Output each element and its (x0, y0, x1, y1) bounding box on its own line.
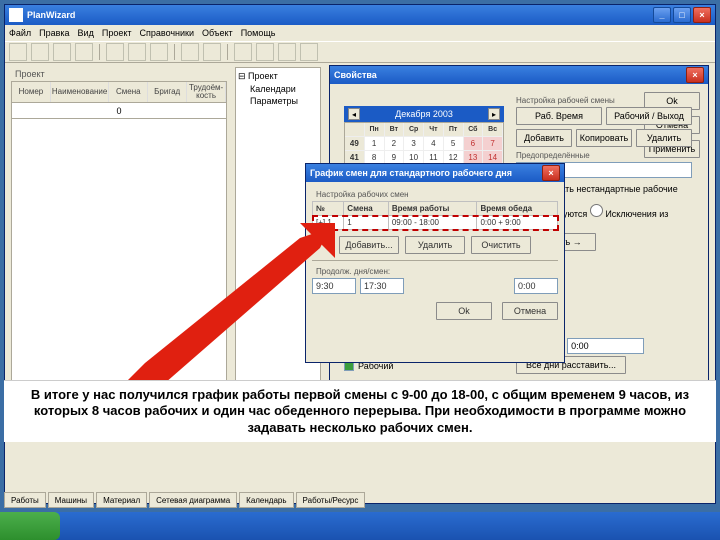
th-num: № (313, 202, 344, 216)
tb-new[interactable] (9, 43, 27, 61)
dlg2-btnrow: Добавить... Удалить Очистить (312, 236, 558, 254)
dur-field[interactable]: 0:00 (567, 338, 644, 354)
tab-works[interactable]: Работы (4, 492, 46, 508)
tb-sort[interactable] (300, 43, 318, 61)
tb-print[interactable] (75, 43, 93, 61)
menu-help[interactable]: Помощь (241, 28, 276, 38)
col-num: Номер (12, 82, 51, 102)
work-break-btn[interactable]: Рабочий / Выход (606, 107, 692, 125)
tb-paste[interactable] (150, 43, 168, 61)
col-labor: Трудоём-кость (187, 82, 226, 102)
calendar-header: ◂ Декабря 2003 ▸ (344, 106, 504, 122)
left-grid-body[interactable] (11, 119, 227, 419)
cell-num: [+] 1 (313, 216, 344, 230)
shift-row-1[interactable]: [+] 1 1 09:00 - 18:00 0:00 + 9:00 (313, 216, 558, 230)
dlg2-title: График смен для стандартного рабочего дн… (310, 168, 512, 178)
dlg2-del[interactable]: Удалить (405, 236, 465, 254)
shift-table[interactable]: № Смена Время работы Время обеда [+] 1 1… (312, 201, 558, 230)
tab-material[interactable]: Материал (96, 492, 147, 508)
dlg2-cancel[interactable]: Отмена (502, 302, 558, 320)
tb-cut[interactable] (106, 43, 124, 61)
break-dur[interactable]: 0:00 (514, 278, 558, 294)
left-group-label: Проект (15, 69, 227, 79)
menu-edit[interactable]: Правка (39, 28, 69, 38)
close-button[interactable]: × (693, 7, 711, 23)
tree-calendars[interactable]: Календари (250, 83, 318, 96)
tb-redo[interactable] (203, 43, 221, 61)
break-group: Продолж. дня/смен: 9:30 17:30 0:00 (312, 260, 558, 294)
left-panel: Проект Номер Наименование Смена Бригад Т… (11, 67, 227, 427)
tb-filter[interactable] (278, 43, 296, 61)
cal-next[interactable]: ▸ (488, 108, 500, 120)
cal-month: Декабря 2003 (395, 109, 453, 119)
left-grid-header: Номер Наименование Смена Бригад Трудоём-… (11, 81, 227, 103)
col-name: Наименование (51, 82, 109, 102)
tab-calendar[interactable]: Календарь (239, 492, 293, 508)
dlg2-add[interactable]: Добавить... (339, 236, 399, 254)
cal-prev[interactable]: ◂ (348, 108, 360, 120)
settings-label: Настройка рабочей смены (516, 96, 692, 105)
left-center-value: 0 (116, 106, 121, 116)
app-title: PlanWizard (27, 10, 75, 20)
caption-text: В итоге у нас получился график работы пе… (4, 380, 716, 442)
bottom-tabs: Работы Машины Материал Сетевая диаграмма… (4, 492, 365, 508)
dlg2-clear[interactable]: Очистить (471, 236, 531, 254)
tb-props[interactable] (234, 43, 252, 61)
left-grid-totalrow: 0 (11, 103, 227, 119)
cell-name: 1 (344, 216, 389, 230)
app-icon (9, 8, 23, 22)
tb-calendar[interactable] (256, 43, 274, 61)
dlg2-titlebar: График смен для стандартного рабочего дн… (306, 164, 564, 182)
calendar: ◂ Декабря 2003 ▸ ПнВтСрЧтПтСбВс 49 12345… (344, 106, 504, 166)
dlg1-close[interactable]: × (686, 67, 704, 83)
menu-refs[interactable]: Справочники (140, 28, 195, 38)
th-name: Смена (344, 202, 389, 216)
tb-open[interactable] (31, 43, 49, 61)
shift-dialog: График смен для стандартного рабочего дн… (305, 163, 565, 363)
btn-del[interactable]: Удалить (636, 129, 692, 147)
menu-project[interactable]: Проект (102, 28, 132, 38)
th-work: Время работы (388, 202, 477, 216)
start-button[interactable] (0, 512, 60, 540)
col-shift: Смена (109, 82, 148, 102)
main-titlebar: PlanWizard _ □ × (5, 5, 715, 25)
tab-network[interactable]: Сетевая диаграмма (149, 492, 237, 508)
dlg2-close[interactable]: × (542, 165, 560, 181)
dlg2-group: Настройка рабочих смен (316, 190, 558, 199)
tree-root[interactable]: ⊟ Проект (238, 70, 318, 83)
break-from[interactable]: 9:30 (312, 278, 356, 294)
btn-copy[interactable]: Копировать (576, 129, 632, 147)
taskbar (0, 512, 720, 540)
break-label: Продолж. дня/смен: (316, 267, 558, 276)
cell-lunch: 0:00 + 9:00 (477, 216, 558, 230)
tab-machines[interactable]: Машины (48, 492, 94, 508)
cell-work: 09:00 - 18:00 (388, 216, 477, 230)
toolbar (5, 41, 715, 63)
tree-params[interactable]: Параметры (250, 95, 318, 108)
break-to[interactable]: 17:30 (360, 278, 404, 294)
dlg1-title: Свойства (334, 70, 377, 80)
add-label: Предопределённые (516, 151, 692, 160)
tb-save[interactable] (53, 43, 71, 61)
menu-file[interactable]: Файл (9, 28, 31, 38)
minimize-button[interactable]: _ (653, 7, 671, 23)
cal-grid[interactable]: ПнВтСрЧтПтСбВс 49 1234567 41 89101112131… (344, 122, 504, 166)
th-lunch: Время обеда (477, 202, 558, 216)
menubar: Файл Правка Вид Проект Справочники Объек… (5, 25, 715, 41)
menu-object[interactable]: Объект (202, 28, 233, 38)
dlg1-titlebar: Свойства × (330, 66, 708, 84)
tab-works-res[interactable]: Работы/Ресурс (296, 492, 366, 508)
btn-add[interactable]: Добавить (516, 129, 572, 147)
tb-copy[interactable] (128, 43, 146, 61)
menu-view[interactable]: Вид (78, 28, 94, 38)
dlg2-bottom: Ok Отмена (312, 302, 558, 320)
dlg2-ok[interactable]: Ok (436, 302, 492, 320)
maximize-button[interactable]: □ (673, 7, 691, 23)
work-time-btn[interactable]: Раб. Время (516, 107, 602, 125)
tb-undo[interactable] (181, 43, 199, 61)
col-brig: Бригад (148, 82, 187, 102)
